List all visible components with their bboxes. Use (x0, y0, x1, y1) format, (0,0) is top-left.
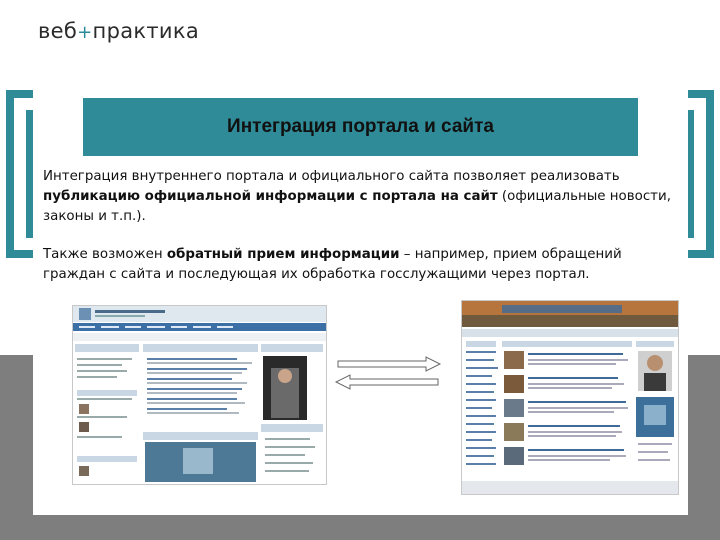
brand-logo: веб+практика (38, 19, 199, 43)
portal-screenshot (72, 305, 327, 485)
website-screenshot (461, 300, 679, 495)
arrow-right-icon (337, 356, 442, 372)
slide-title: Интеграция портала и сайта (227, 116, 494, 137)
arrow-left-icon (334, 374, 439, 390)
paragraph-1: Интеграция внутреннего портала и официал… (43, 169, 671, 224)
paragraph-2: Также возможен обратный прием информации… (43, 247, 622, 282)
